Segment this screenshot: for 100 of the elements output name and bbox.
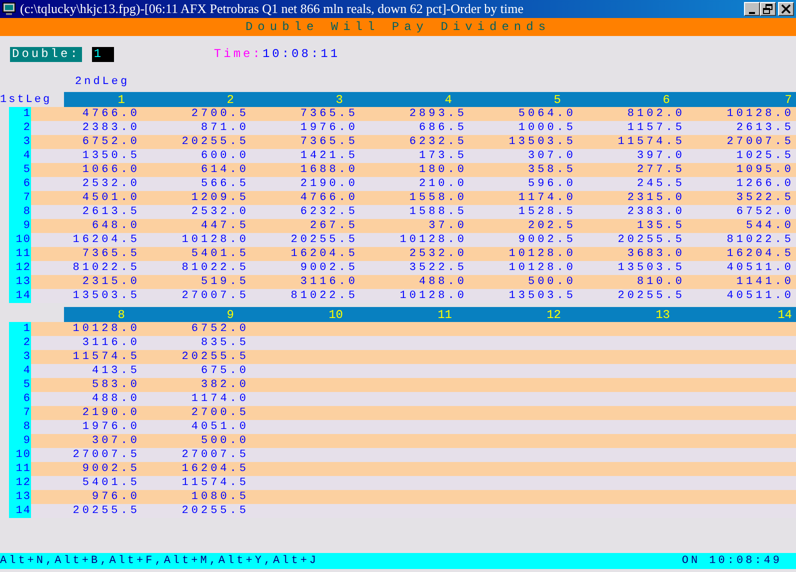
- table-cell-text: 544.0: [744, 219, 794, 233]
- table-cell-text: 1528.5: [517, 205, 576, 219]
- table-cell-text: 135.5: [636, 219, 685, 233]
- banner-title: Double Will Pay Dividends: [245, 20, 551, 34]
- table-cell-text: 20255.5: [180, 504, 249, 518]
- row-header: 10: [9, 448, 31, 462]
- table-cell-text: 16204.5: [726, 247, 794, 261]
- row-header: 2: [9, 336, 31, 350]
- table-cell-text: 976.0: [90, 490, 140, 504]
- table-cell-text: 1421.5: [299, 149, 358, 163]
- table-cell-text: 180.0: [418, 163, 467, 177]
- table-cell-text: 3116.0: [299, 275, 358, 289]
- column-header: 2: [226, 92, 235, 106]
- row-header: 5: [9, 163, 31, 177]
- row-header: 8: [9, 420, 31, 434]
- table-cell-text: 1141.0: [735, 275, 794, 289]
- table-cell-text: 382.0: [200, 378, 249, 392]
- table-cell-text: 81022.5: [72, 261, 140, 275]
- table-cell-text: 1266.0: [735, 177, 794, 191]
- table-cell-text: 500.0: [200, 434, 249, 448]
- row-header: 11: [9, 462, 31, 476]
- table-cell-text: 3522.5: [408, 261, 467, 275]
- table-cell-text: 1025.5: [735, 149, 794, 163]
- row-header: 7: [9, 191, 31, 205]
- table-cell-text: 648.0: [90, 219, 140, 233]
- table-cell-text: 9002.5: [299, 261, 358, 275]
- row-header: 12: [9, 476, 31, 490]
- window-title: (c:\tqlucky\hkjc13.fpg)-[06:11 AFX Petrobras Q1 net 866 mln reals, down 62 pct]-Order by time: [20, 1, 525, 17]
- restore-icon: [763, 4, 772, 14]
- row-header: 10: [9, 233, 31, 247]
- table-cell-text: 488.0: [90, 392, 140, 406]
- table-cell-text: 10128.0: [398, 289, 467, 303]
- table-cell-text: 835.5: [200, 336, 249, 350]
- table-cell-text: 9002.5: [81, 462, 140, 476]
- table-cell-text: 1558.0: [408, 191, 467, 205]
- table-cell-text: 10128.0: [508, 261, 576, 275]
- table-cell-text: 2613.5: [735, 121, 794, 135]
- table-cell-text: 583.0: [90, 378, 140, 392]
- table-cell-text: 2893.5: [408, 107, 467, 121]
- table-cell-text: 9002.5: [517, 233, 576, 247]
- table-cell-text: 2700.5: [190, 107, 249, 121]
- table-cell-text: 13503.5: [72, 289, 140, 303]
- table-cell-text: 2613.5: [81, 205, 140, 219]
- table-cell-text: 37.0: [428, 219, 467, 233]
- minimize-icon: [749, 12, 755, 14]
- table-cell-text: 4766.0: [299, 191, 358, 205]
- table-cell-text: 2383.0: [626, 205, 685, 219]
- table-cell-text: 600.0: [200, 149, 249, 163]
- table-cell-text: 6752.0: [190, 322, 249, 336]
- table-cell-text: 81022.5: [726, 233, 794, 247]
- table-cell-text: 1174.0: [517, 191, 576, 205]
- row-header: 5: [9, 378, 31, 392]
- table-cell-text: 413.5: [90, 364, 140, 378]
- table-cell-text: 1066.0: [81, 163, 140, 177]
- table-cell-text: 2532.0: [190, 205, 249, 219]
- table-cell-text: 10128.0: [72, 322, 140, 336]
- table-cell-text: 81022.5: [290, 289, 358, 303]
- table-cell-text: 810.0: [636, 275, 685, 289]
- table-cell-text: 7365.5: [81, 247, 140, 261]
- table-cell-text: 2315.0: [626, 191, 685, 205]
- table-cell-text: 10128.0: [508, 247, 576, 261]
- table-cell-text: 245.5: [636, 177, 685, 191]
- table-cell-text: 307.0: [90, 434, 140, 448]
- axis-label: 2ndLeg: [75, 76, 130, 88]
- table-cell-text: 27007.5: [72, 448, 140, 462]
- column-header: 11: [436, 308, 453, 322]
- restore-button[interactable]: [760, 2, 776, 16]
- table-cell-text: 20255.5: [72, 504, 140, 518]
- minimize-button[interactable]: [744, 2, 760, 16]
- column-header: 3: [334, 92, 344, 106]
- table-cell-text: 11574.5: [616, 135, 685, 149]
- table-cell-text: 4501.0: [81, 191, 140, 205]
- table-cell-text: 1976.0: [81, 420, 140, 434]
- table-cell-text: 1209.5: [190, 191, 249, 205]
- column-header: 12: [546, 308, 562, 322]
- row-header: 8: [9, 205, 31, 219]
- shortcut-hints: Alt+N,Alt+B,Alt+F,Alt+M,Alt+Y,Alt+J: [0, 555, 320, 567]
- row-header: 6: [9, 177, 31, 191]
- column-header: 14: [776, 308, 793, 322]
- table-cell-text: 20255.5: [616, 289, 685, 303]
- table-cell-text: 13503.5: [508, 135, 576, 149]
- row-header: 14: [9, 504, 31, 518]
- table-cell-text: 7365.5: [299, 107, 358, 121]
- table-cell-text: 6752.0: [735, 205, 794, 219]
- table-cell-text: 447.5: [200, 219, 249, 233]
- table-cell-text: 40511.0: [726, 289, 794, 303]
- table-cell-text: 5064.0: [517, 107, 576, 121]
- status-text: ON 10:08:49: [682, 555, 783, 567]
- table-cell-text: 1976.0: [299, 121, 358, 135]
- double-field[interactable]: 1: [92, 46, 114, 62]
- table-cell-text: 11574.5: [72, 350, 140, 364]
- table-cell-text: 3683.0: [626, 247, 685, 261]
- row-header: 9: [9, 434, 31, 448]
- row-header: 14: [9, 289, 31, 303]
- row-header: 12: [9, 261, 31, 275]
- row-header: 3: [9, 135, 31, 149]
- table-cell-text: 10128.0: [180, 233, 249, 247]
- table-cell-text: 675.0: [200, 364, 249, 378]
- close-button[interactable]: [778, 2, 794, 16]
- row-header: 4: [9, 149, 31, 163]
